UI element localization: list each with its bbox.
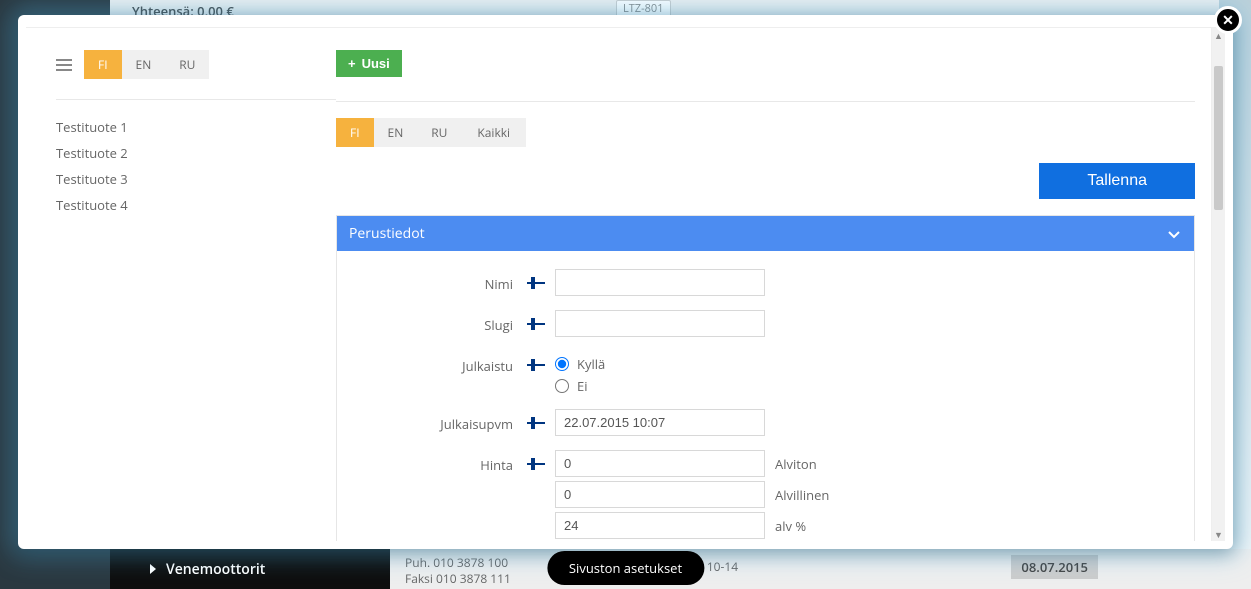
- panel-basic-info: Perustiedot Nimi: [336, 215, 1195, 541]
- published-yes-radio[interactable]: [555, 357, 569, 371]
- caret-right-icon: [150, 564, 156, 574]
- chevron-down-icon: [1166, 226, 1182, 242]
- filter-lang-tab-all[interactable]: Kaikki: [461, 118, 526, 147]
- sidebar: FI EN RU Testituote 1 Testituote 2 Testi…: [56, 50, 336, 531]
- close-icon[interactable]: ✕: [1214, 6, 1242, 34]
- price-novat-input[interactable]: [555, 450, 765, 477]
- label-publish-date: Julkaisupvm: [367, 409, 527, 433]
- flag-fi-icon: [527, 277, 545, 289]
- new-button-label: Uusi: [362, 56, 390, 71]
- hamburger-icon[interactable]: [56, 59, 72, 71]
- sidebar-item[interactable]: Testituote 2: [56, 140, 336, 166]
- main: + Uusi FI EN RU Kaikki Tallenna Perustie…: [336, 50, 1195, 531]
- filter-lang-tab-ru[interactable]: RU: [417, 118, 461, 147]
- site-settings-button[interactable]: Sivuston asetukset: [547, 551, 704, 585]
- price-vat-input[interactable]: [555, 481, 765, 508]
- bg-fax: Faksi 010 3878 111: [405, 571, 511, 587]
- scroll-down-icon[interactable]: ▼: [1212, 527, 1225, 541]
- sidebar-lang-tabs: FI EN RU: [84, 50, 209, 79]
- scroll-thumb[interactable]: [1214, 66, 1223, 210]
- sidebar-lang-tab-en[interactable]: EN: [122, 50, 166, 79]
- sidebar-divider: [56, 99, 336, 100]
- modal-body: FI EN RU Testituote 1 Testituote 2 Testi…: [26, 27, 1225, 541]
- bg-side-title: Venemoottorit: [166, 560, 265, 579]
- modal-inner: FI EN RU Testituote 1 Testituote 2 Testi…: [26, 28, 1211, 541]
- modal: ✕ FI EN RU Testituote 1 Testituote 2 Tes…: [18, 15, 1233, 549]
- flag-fi-icon: [527, 417, 545, 429]
- main-divider: [336, 101, 1195, 102]
- vat-percent-input[interactable]: [555, 512, 765, 539]
- panel-body: Nimi Slugi: [337, 251, 1194, 541]
- panel-header[interactable]: Perustiedot: [337, 216, 1194, 251]
- bg-contact-block: Puh. 010 3878 100 Faksi 010 3878 111: [405, 555, 511, 587]
- save-button[interactable]: Tallenna: [1039, 163, 1195, 199]
- flag-fi-icon: [527, 458, 545, 470]
- filter-lang-tab-fi[interactable]: FI: [336, 118, 374, 147]
- label-price: Hinta: [367, 450, 527, 474]
- flag-fi-icon: [527, 318, 545, 330]
- flag-fi-icon: [527, 359, 545, 371]
- label-name: Nimi: [367, 269, 527, 293]
- sidebar-lang-tab-fi[interactable]: FI: [84, 50, 122, 79]
- sidebar-item[interactable]: Testituote 4: [56, 192, 336, 218]
- published-yes-label: Kyllä: [577, 355, 605, 373]
- sidebar-item[interactable]: Testituote 3: [56, 166, 336, 192]
- vat-percent-suffix: alv %: [775, 517, 806, 535]
- bg-phone: Puh. 010 3878 100: [405, 555, 511, 571]
- name-input[interactable]: [555, 269, 765, 296]
- sidebar-item[interactable]: Testituote 1: [56, 114, 336, 140]
- label-published: Julkaistu: [367, 351, 527, 375]
- published-no-label: Ei: [577, 377, 588, 395]
- filter-lang-tab-en[interactable]: EN: [374, 118, 418, 147]
- price-novat-suffix: Alviton: [775, 455, 817, 473]
- publish-date-input[interactable]: [555, 409, 765, 436]
- modal-scrollbar[interactable]: ▲ ▼: [1211, 28, 1225, 541]
- price-vat-suffix: Alvillinen: [775, 486, 829, 504]
- slug-input[interactable]: [555, 310, 765, 337]
- panel-title: Perustiedot: [349, 224, 425, 243]
- new-button[interactable]: + Uusi: [336, 50, 402, 77]
- bg-footer-sidebar: Venemoottorit: [110, 549, 390, 589]
- plus-icon: +: [348, 56, 356, 71]
- filter-lang-tabs: FI EN RU Kaikki: [336, 118, 526, 147]
- published-no-radio[interactable]: [555, 379, 569, 393]
- sidebar-lang-tab-ru[interactable]: RU: [165, 50, 209, 79]
- label-slug: Slugi: [367, 310, 527, 334]
- sidebar-list: Testituote 1 Testituote 2 Testituote 3 T…: [56, 114, 336, 218]
- bg-date: 08.07.2015: [1011, 555, 1098, 579]
